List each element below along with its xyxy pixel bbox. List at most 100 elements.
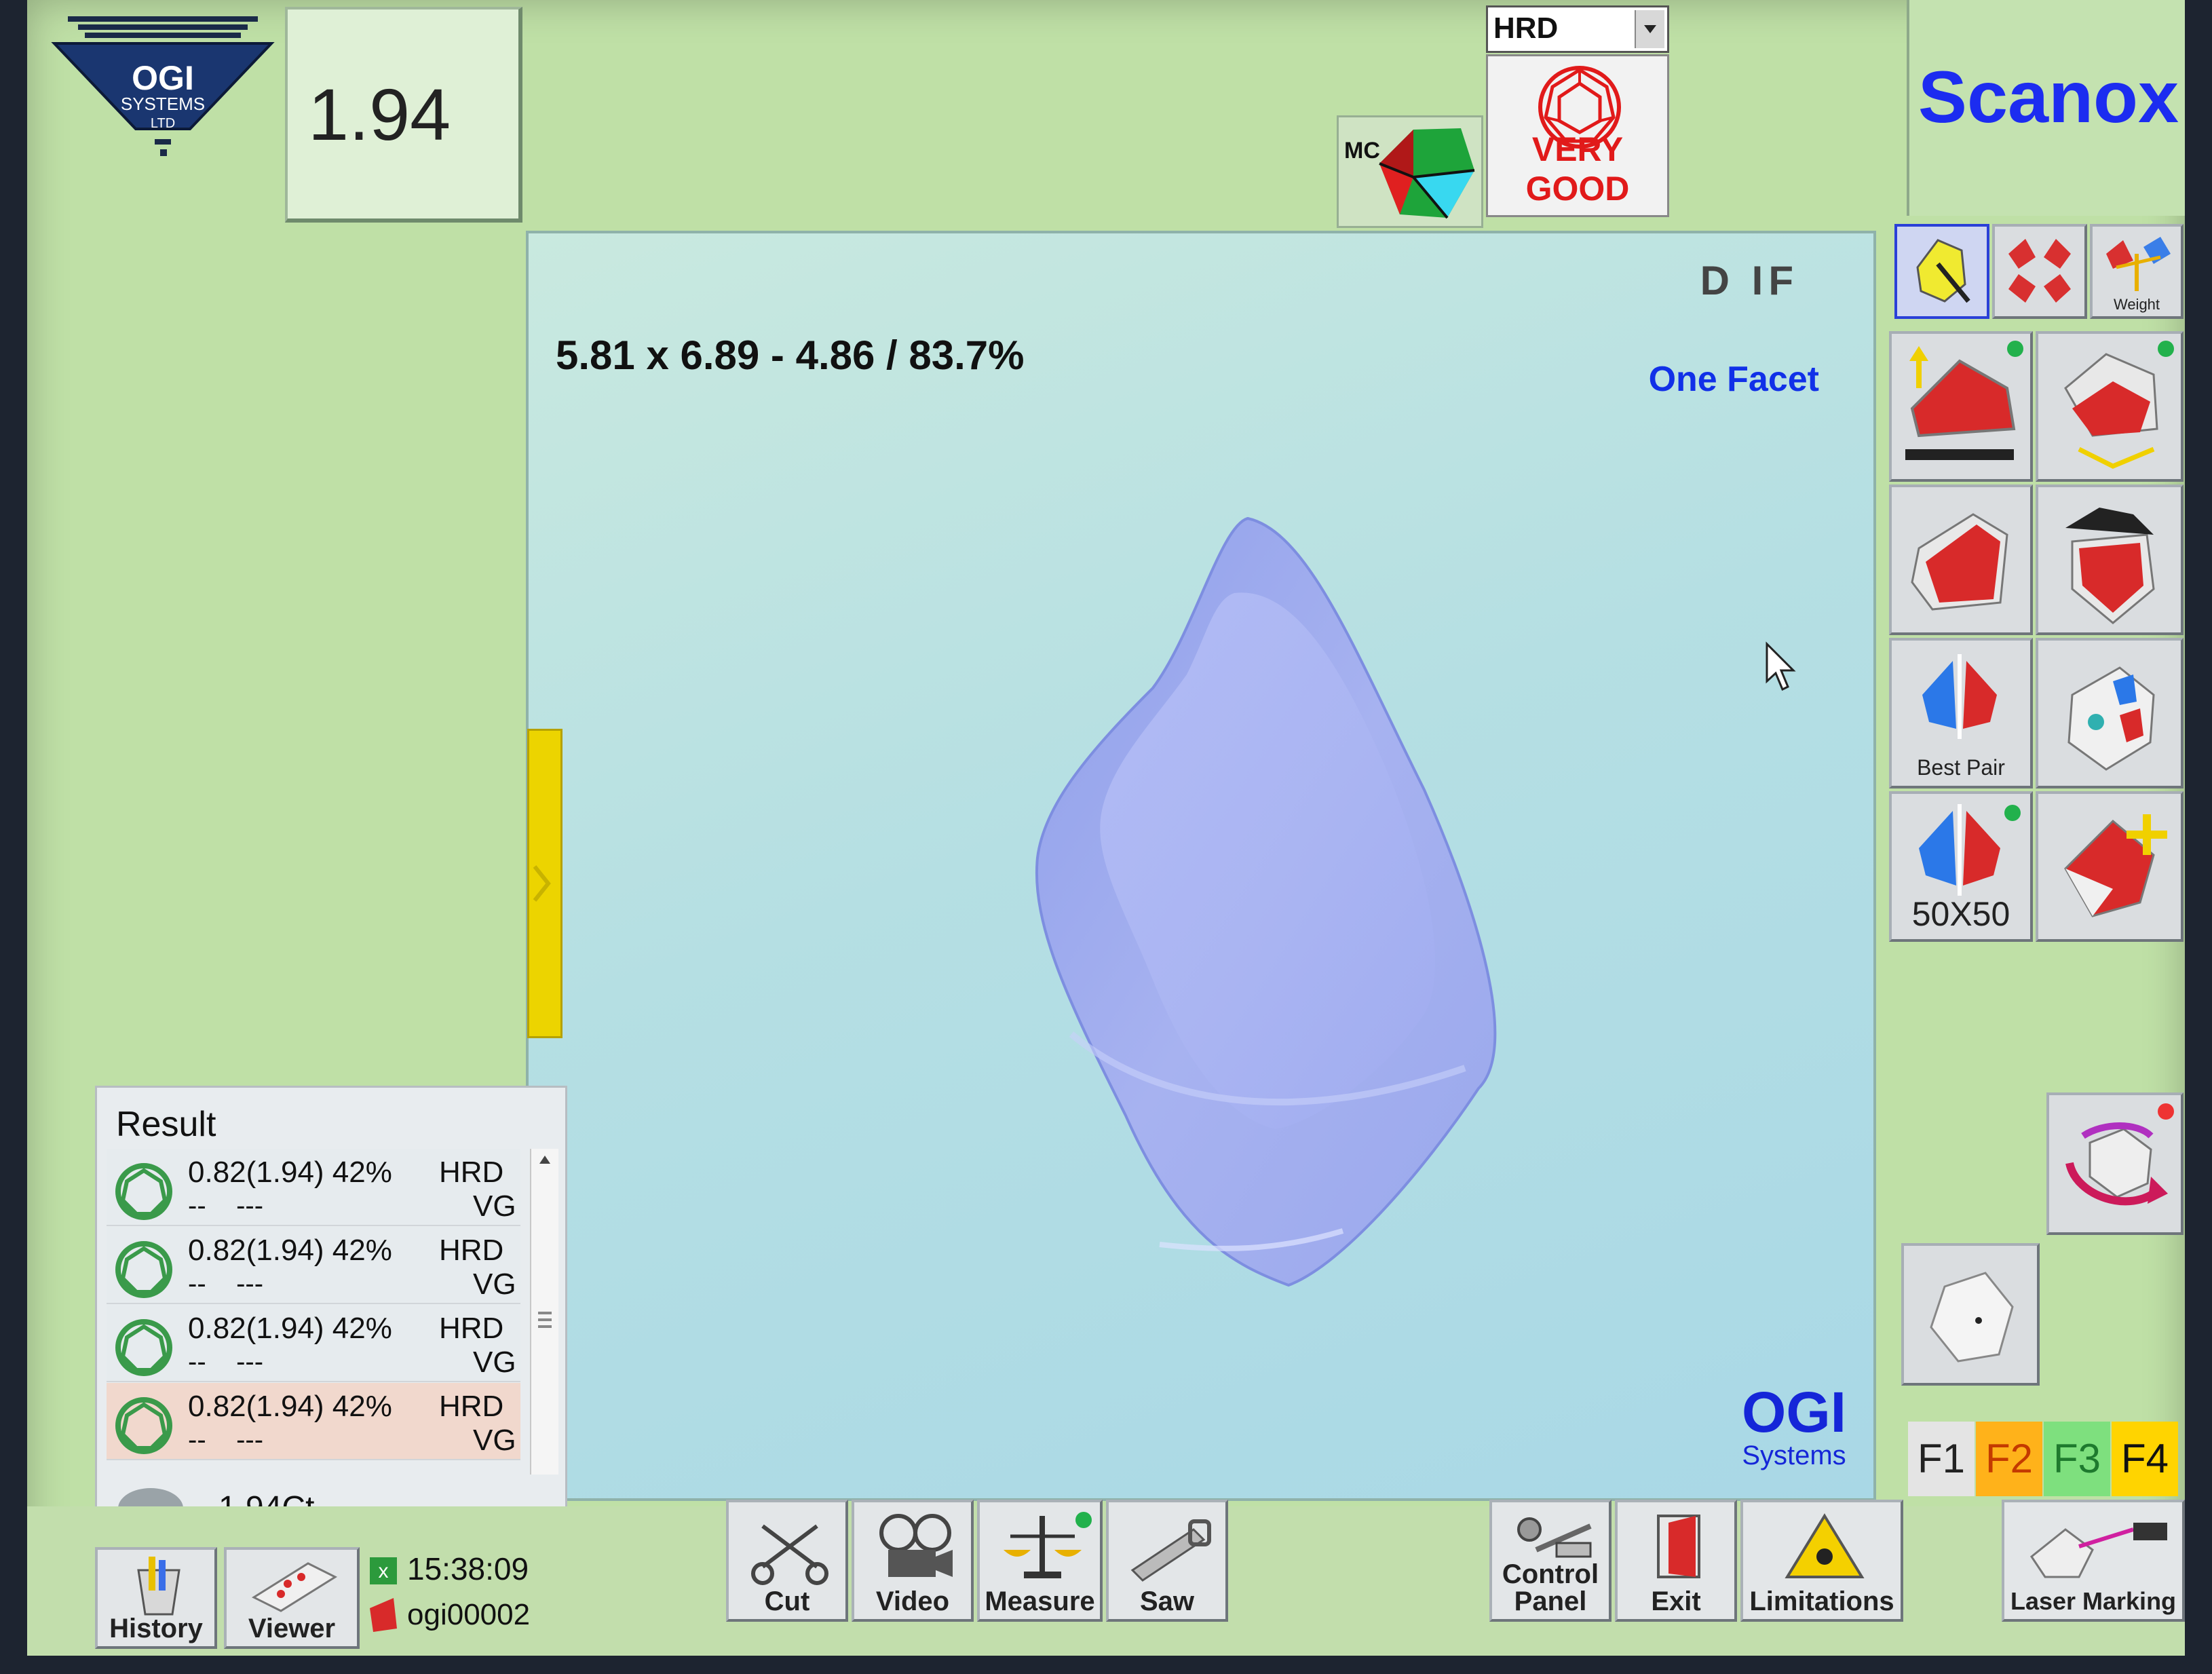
result-panel: Result 0.82(1.94) 42% HRD -- --- VG 0.82(1… bbox=[95, 1086, 567, 1538]
result-grade: VG bbox=[473, 1424, 516, 1457]
multi-view-button[interactable] bbox=[1992, 224, 2087, 319]
pointer-tool-button[interactable] bbox=[1894, 224, 1989, 319]
app-title: Scanox bbox=[1918, 56, 2179, 138]
result-d2: --- bbox=[236, 1191, 264, 1221]
stone-plus-icon bbox=[2064, 814, 2167, 917]
polish-up-tool-button[interactable] bbox=[1889, 331, 2033, 482]
clock: 15:38:09 bbox=[407, 1551, 529, 1586]
svg-text:x: x bbox=[379, 1560, 389, 1582]
result-grade: VG bbox=[473, 1190, 516, 1223]
mc-model-icon bbox=[1379, 128, 1475, 219]
result-value: 0.82(1.94) 42% bbox=[188, 1390, 392, 1423]
scroll-arrows-icon bbox=[538, 1156, 552, 1328]
ogi-logo: OGI SYSTEMS LTD bbox=[41, 14, 285, 170]
weight-tool-button[interactable]: Weight bbox=[2090, 224, 2184, 319]
history-button[interactable]: History bbox=[95, 1547, 217, 1649]
laser-marking-label: Laser Marking bbox=[2010, 1587, 2177, 1615]
limitations-button[interactable]: Limitations bbox=[1740, 1500, 1903, 1622]
result-row-selected[interactable]: 0.82(1.94) 42% HRD -- --- VG bbox=[107, 1383, 520, 1460]
f2-label: F2 bbox=[1985, 1436, 2034, 1481]
diamond-result-icon bbox=[115, 1241, 172, 1298]
add-stone-button[interactable] bbox=[2036, 791, 2184, 942]
logo-main-text: OGI bbox=[132, 59, 194, 97]
stone-inclusions-icon bbox=[2067, 666, 2155, 771]
mc-model-button[interactable]: MC bbox=[1337, 115, 1483, 228]
f2-key[interactable]: F2 bbox=[1976, 1422, 2042, 1496]
diamond-result-icon bbox=[115, 1163, 172, 1220]
result-grade: VG bbox=[473, 1346, 516, 1379]
result-d1: -- bbox=[188, 1269, 206, 1299]
f4-label: F4 bbox=[2120, 1436, 2169, 1481]
saw-icon bbox=[1130, 1519, 1211, 1582]
video-label: Video bbox=[875, 1586, 950, 1616]
f3-label: F3 bbox=[2053, 1436, 2101, 1481]
laser-icon bbox=[2029, 1523, 2167, 1578]
watermark-main: OGI bbox=[1741, 1380, 1846, 1444]
history-icon bbox=[137, 1557, 180, 1616]
control-panel-label-2: Panel bbox=[1514, 1586, 1587, 1616]
color-clarity-label: D IF bbox=[1700, 258, 1799, 303]
result-scrollbar[interactable] bbox=[530, 1149, 558, 1475]
saw-button[interactable]: Saw bbox=[1106, 1500, 1228, 1622]
rough-stone-button[interactable] bbox=[1901, 1243, 2040, 1386]
exit-label: Exit bbox=[1651, 1586, 1701, 1616]
result-title: Result bbox=[116, 1105, 216, 1144]
logo-sub-text: SYSTEMS bbox=[121, 94, 205, 114]
viewer-label: Viewer bbox=[248, 1614, 336, 1643]
chevron-down-icon[interactable] bbox=[1635, 10, 1664, 48]
export-icons[interactable]: x bbox=[366, 1554, 400, 1635]
facet-mode-label[interactable]: One Facet bbox=[1649, 359, 1819, 400]
result-standard: HRD bbox=[439, 1234, 504, 1267]
warning-icon bbox=[1785, 1513, 1865, 1578]
best-pair-label: Best Pair bbox=[1917, 755, 2005, 780]
rough-stone-model[interactable] bbox=[868, 369, 1614, 1353]
f1-key[interactable]: F1 bbox=[1908, 1422, 1975, 1496]
chevron-right-icon bbox=[533, 865, 551, 902]
viewer-button[interactable]: Viewer bbox=[224, 1547, 360, 1649]
diamond-result-icon bbox=[115, 1319, 172, 1376]
rotate-view-button[interactable] bbox=[2046, 1092, 2184, 1235]
result-row[interactable]: 0.82(1.94) 42% HRD -- --- VG bbox=[107, 1227, 520, 1304]
f1-label: F1 bbox=[1917, 1436, 1966, 1481]
table-tool-button[interactable] bbox=[1889, 484, 2033, 635]
watermark-sub: Systems bbox=[1742, 1441, 1846, 1470]
measure-button[interactable]: Measure bbox=[977, 1500, 1103, 1622]
scissors-icon bbox=[751, 1524, 828, 1585]
control-panel-button[interactable]: Control Panel bbox=[1489, 1500, 1612, 1622]
inclusion-view-button[interactable] bbox=[2036, 638, 2184, 788]
video-button[interactable]: Video bbox=[852, 1500, 974, 1622]
cut-button[interactable]: Cut bbox=[726, 1500, 848, 1622]
status-dot bbox=[2158, 1103, 2174, 1120]
result-d2: --- bbox=[236, 1425, 264, 1455]
grading-standard-value: HRD bbox=[1493, 12, 1559, 45]
ogi-watermark: OGI Systems bbox=[1742, 1384, 1846, 1471]
tilt-tool-button[interactable] bbox=[2036, 331, 2184, 482]
rough-stone-icon bbox=[1930, 1272, 2014, 1363]
fifty-fifty-label: 50X50 bbox=[1911, 895, 2010, 933]
grading-standard-select[interactable]: HRD bbox=[1486, 5, 1669, 53]
fifty-fifty-button[interactable]: 50X50 bbox=[1889, 791, 2033, 942]
result-d1: -- bbox=[188, 1347, 206, 1377]
result-d2: --- bbox=[236, 1269, 264, 1299]
viewer-icon bbox=[251, 1562, 338, 1612]
side-slider-handle[interactable] bbox=[527, 729, 562, 1038]
station-id: ogi00002 bbox=[407, 1598, 531, 1631]
result-row[interactable]: 0.82(1.94) 42% HRD -- --- VG bbox=[107, 1305, 520, 1382]
f3-key[interactable]: F3 bbox=[2044, 1422, 2110, 1496]
laser-marking-button[interactable]: Laser Marking bbox=[2002, 1500, 2185, 1622]
diamond-result-icon bbox=[115, 1397, 172, 1454]
result-row[interactable]: 0.82(1.94) 42% HRD -- --- VG bbox=[107, 1149, 520, 1226]
limitations-label: Limitations bbox=[1749, 1586, 1894, 1616]
crown-tool-button[interactable] bbox=[2036, 484, 2184, 635]
logo-ltd-text: LTD bbox=[151, 116, 175, 131]
cut-grade-badge: VERY GOOD bbox=[1486, 54, 1669, 217]
exit-button[interactable]: Exit bbox=[1615, 1500, 1737, 1622]
result-standard: HRD bbox=[439, 1312, 504, 1345]
cut-label: Cut bbox=[764, 1586, 810, 1616]
stone-3d-viewport[interactable]: 5.81 x 6.89 - 4.86 / 83.7% D IF One Face… bbox=[526, 231, 1876, 1501]
control-panel-label-1: Control bbox=[1502, 1559, 1599, 1589]
f4-key[interactable]: F4 bbox=[2112, 1422, 2178, 1496]
best-pair-button[interactable]: Best Pair bbox=[1889, 638, 2033, 788]
pencil-stone-icon bbox=[1916, 239, 1970, 303]
stone-table-icon bbox=[1911, 513, 2008, 611]
